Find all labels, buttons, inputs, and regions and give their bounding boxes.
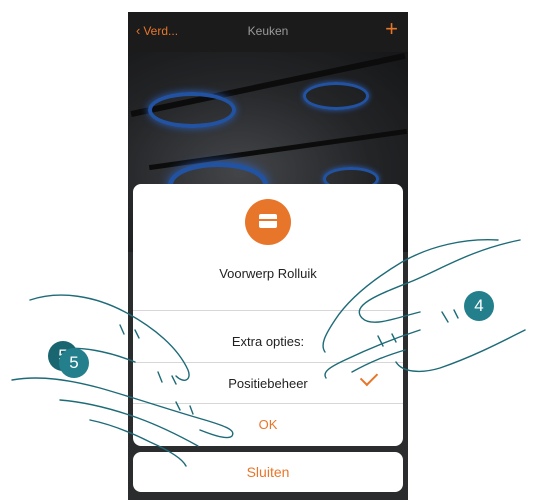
page-title: Keuken — [247, 24, 289, 38]
left-hand-knuckle — [119, 324, 125, 335]
right-hand-knuckle — [453, 309, 459, 319]
phone-screen: ‹ Verd... Keuken + Voorwerp Rolluik Extr… — [128, 12, 408, 500]
object-options-dialog: Voorwerp Rolluik Extra opties: Positiebe… — [133, 184, 403, 446]
plus-icon[interactable]: + — [385, 18, 398, 40]
top-navbar: ‹ Verd... Keuken + — [128, 12, 408, 52]
object-label: Voorwerp Rolluik — [219, 266, 317, 281]
option-position-control[interactable]: Positiebeheer — [133, 364, 403, 402]
step-callout-5: 5 — [59, 348, 89, 378]
divider — [133, 310, 403, 311]
extra-options-label: Extra opties: — [231, 334, 305, 349]
step-callout-4: 4 — [464, 291, 494, 321]
close-button[interactable]: Sluiten — [133, 452, 403, 492]
right-hand-palm — [395, 329, 526, 373]
divider — [133, 362, 403, 363]
roller-shutter-icon — [245, 199, 291, 245]
right-hand-knuckle — [441, 311, 449, 323]
ok-button[interactable]: OK — [133, 404, 403, 446]
